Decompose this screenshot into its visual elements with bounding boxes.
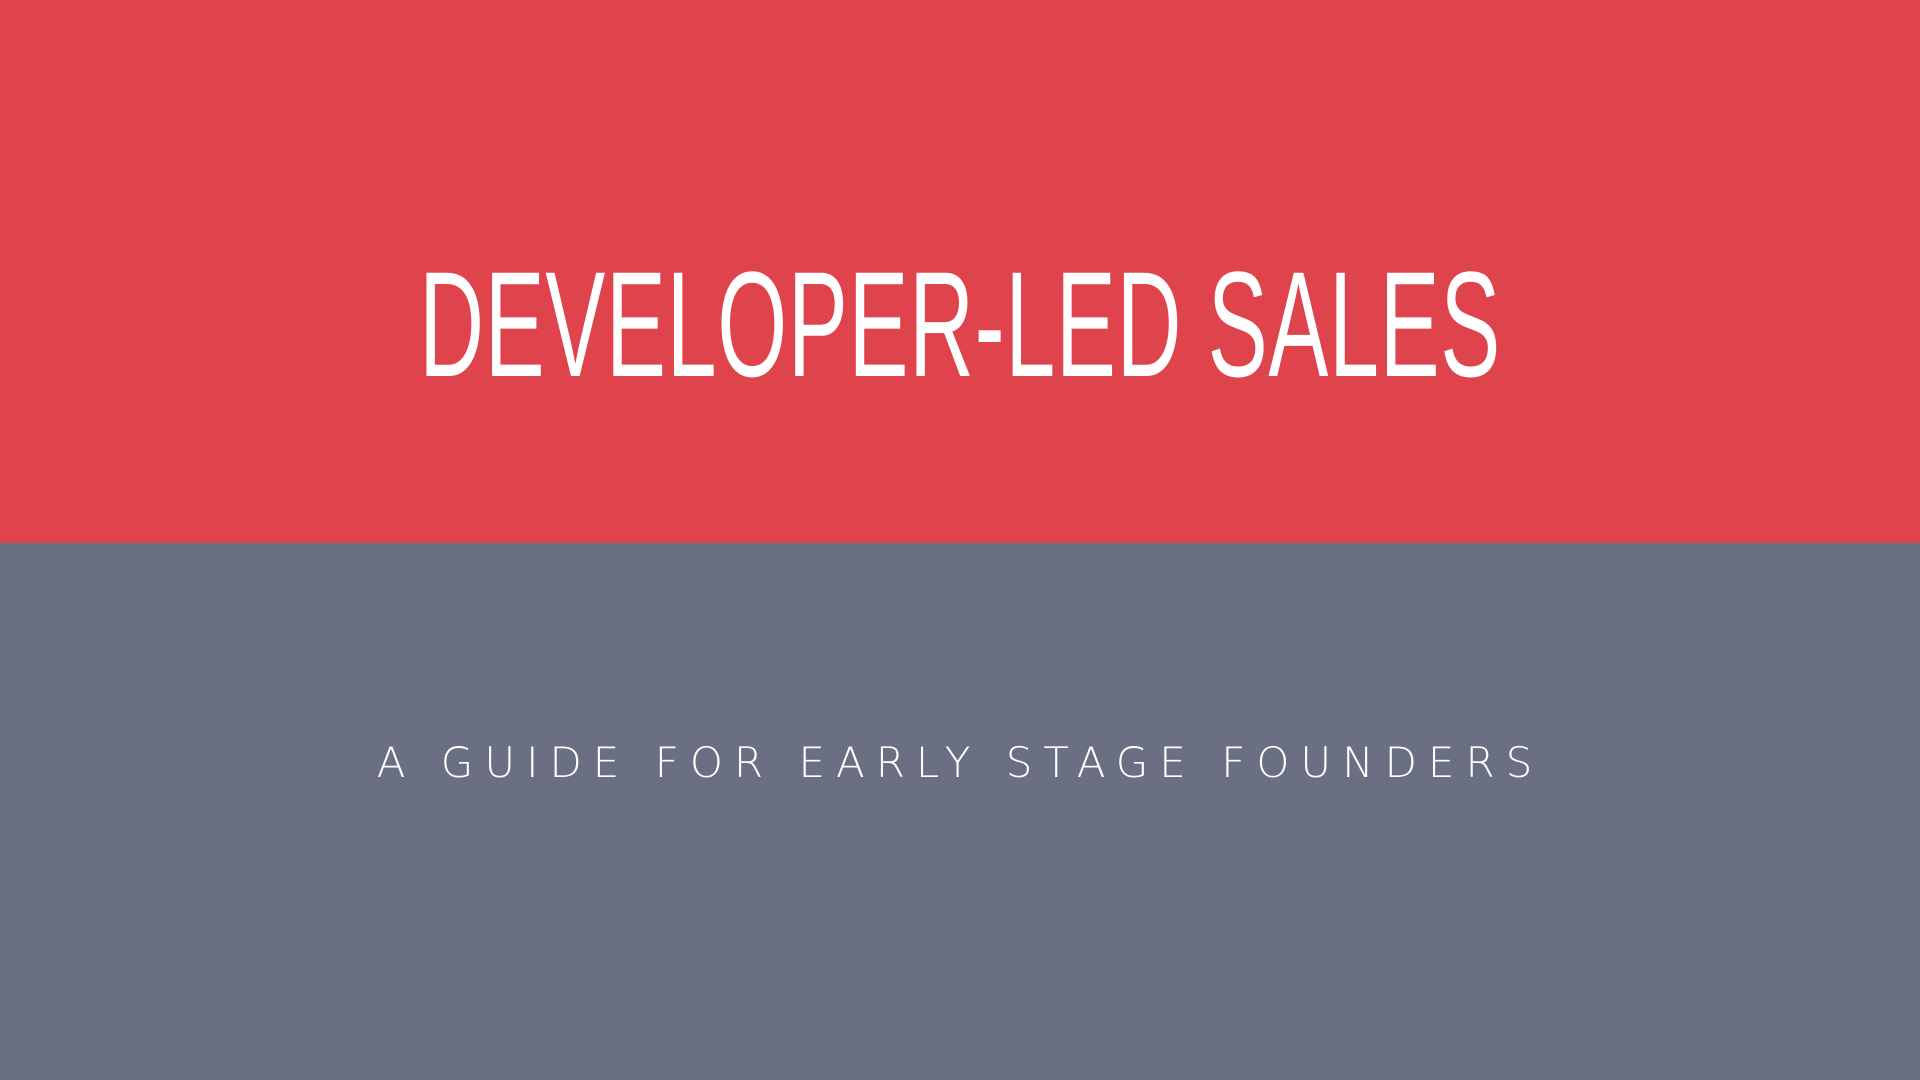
title-slide: DEVELOPER-LED SALES A GUIDE FOR EARLY ST…	[0, 0, 1920, 1080]
subtitle-band	[0, 543, 1920, 1080]
slide-title: DEVELOPER-LED SALES	[419, 240, 1501, 408]
slide-subtitle: A GUIDE FOR EARLY STAGE FOUNDERS	[376, 738, 1544, 787]
